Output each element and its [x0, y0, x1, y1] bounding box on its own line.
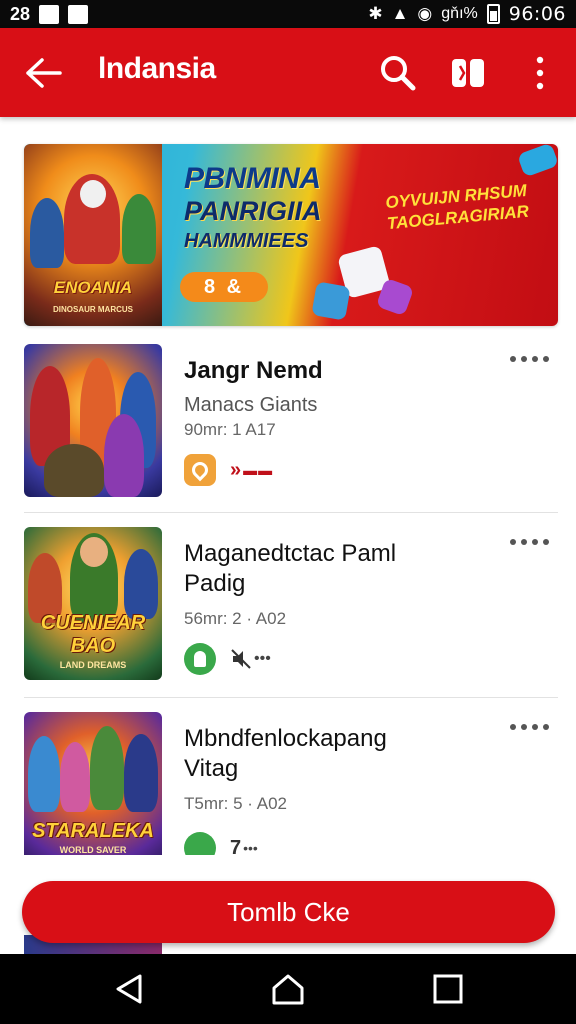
list-item[interactable]: CUENIEAR BAO LAND DREAMS Maganedtctac Pa…	[0, 523, 576, 693]
banner-promo-text: OYVUIJN RHSUM TAOGLRAGIRIAR	[384, 180, 530, 234]
game-thumbnail[interactable]: STARALEKA WORLD SAVER	[24, 712, 162, 855]
action-dots: •••	[243, 840, 258, 855]
game-title[interactable]: Mbndfenlockapang Vitag	[184, 724, 434, 784]
character-figure	[124, 734, 158, 812]
status-left: 28	[10, 3, 89, 25]
game-piece-icon	[516, 144, 558, 178]
character-figure	[30, 198, 64, 268]
app-title: lndansia	[98, 52, 216, 86]
more-horiz-icon[interactable]	[508, 535, 552, 549]
game-badge-icon[interactable]	[184, 832, 216, 855]
game-list: Jangr Nemd Manacs Giants 90mr: 1 A17 » ▬…	[0, 340, 576, 855]
thumbnail-subtitle: WORLD SAVER	[59, 845, 127, 855]
battery-icon	[486, 4, 500, 24]
game-subtitle: Manacs Giants	[184, 394, 318, 416]
banner-art-subtitle: DINOSAUR MARCUS	[53, 305, 133, 314]
divider	[24, 697, 558, 698]
divider	[24, 512, 558, 513]
image-icon	[39, 4, 60, 24]
more-horiz-icon[interactable]	[508, 720, 552, 734]
thumbnail-title: CUENIEAR BAO	[40, 612, 146, 657]
game-title[interactable]: Jangr Nemd	[184, 356, 494, 386]
thumbnail-title: STARALEKA	[32, 820, 154, 842]
arrow-icon: »	[230, 458, 242, 481]
action-row[interactable]: 7 •••	[230, 836, 258, 856]
featured-banner[interactable]: ENOANIA DINOSAUR MARCUS PBNMINA PANRIGII…	[24, 144, 558, 326]
status-right: ✱ ▲ ◉ ɡňı% 96:06	[368, 3, 566, 25]
game-badge-icon[interactable]	[184, 454, 216, 486]
banner-headline-3: HAMMMIEES	[184, 230, 309, 252]
home-icon[interactable]	[270, 972, 306, 1006]
system-nav-bar	[0, 954, 576, 1024]
search-icon[interactable]	[378, 53, 418, 93]
app-bar: lndansia	[0, 28, 576, 117]
more-horiz-icon[interactable]	[508, 352, 552, 366]
back-triangle-icon[interactable]	[112, 972, 148, 1006]
banner-art-title: ENOANIA	[53, 278, 133, 297]
action-row[interactable]: •••	[230, 647, 271, 671]
list-item[interactable]: STARALEKA WORLD SAVER Mbndfenlockapang V…	[0, 708, 576, 855]
split-view-icon[interactable]	[450, 56, 486, 90]
character-figure	[80, 537, 108, 567]
primary-cta-button[interactable]: Tomlb Cke	[22, 881, 555, 943]
action-dots: •••	[254, 650, 271, 667]
alarm-icon: ◉	[417, 4, 433, 23]
clock: 96:06	[508, 3, 566, 25]
character-figure	[122, 194, 156, 264]
status-badge: 28	[10, 3, 31, 24]
game-title[interactable]: Maganedtctac Paml Padig	[184, 539, 434, 599]
character-figure	[90, 726, 124, 810]
bluetooth-icon: ✱	[368, 4, 383, 23]
game-meta: T5mr: 5 · A02	[184, 794, 287, 813]
thumbnail-subtitle: LAND DREAMS	[59, 660, 127, 670]
recents-icon[interactable]	[430, 972, 466, 1006]
game-piece-icon	[311, 281, 351, 321]
character-figure	[80, 180, 106, 208]
app-title-text: lndansia	[98, 52, 216, 85]
edit-icon: 7	[230, 836, 242, 856]
banner-headline: PBNMINA	[184, 162, 321, 195]
character-figure	[104, 414, 144, 497]
game-meta: 56mr: 2 · A02	[184, 609, 287, 628]
signal-icon: ▲	[391, 4, 409, 23]
list-item[interactable]: Jangr Nemd Manacs Giants 90mr: 1 A17 » ▬…	[0, 340, 576, 510]
banner-art: ENOANIA DINOSAUR MARCUS	[24, 144, 162, 326]
character-figure	[124, 549, 158, 619]
mute-icon	[231, 649, 251, 669]
game-thumbnail[interactable]: CUENIEAR BAO LAND DREAMS	[24, 527, 162, 680]
mail-icon	[68, 4, 89, 24]
game-meta: 90mr: 1 A17	[184, 420, 276, 439]
banner-headline-2: PANRIGIIA	[184, 196, 322, 226]
game-thumbnail[interactable]	[24, 344, 162, 497]
game-badge-icon[interactable]	[184, 643, 216, 675]
character-figure	[28, 736, 60, 812]
status-bar: 28 ✱ ▲ ◉ ɡňı% 96:06	[0, 0, 576, 28]
more-vert-icon[interactable]	[528, 52, 552, 94]
character-figure	[44, 444, 104, 497]
action-row[interactable]: » ▬▬	[230, 458, 273, 482]
character-figure	[60, 742, 90, 812]
back-arrow-icon[interactable]	[24, 56, 64, 90]
banner-pill-button[interactable]: 8 &	[180, 272, 268, 302]
battery-percent: ɡňı%	[441, 5, 478, 22]
action-dots: ▬▬	[243, 462, 274, 478]
